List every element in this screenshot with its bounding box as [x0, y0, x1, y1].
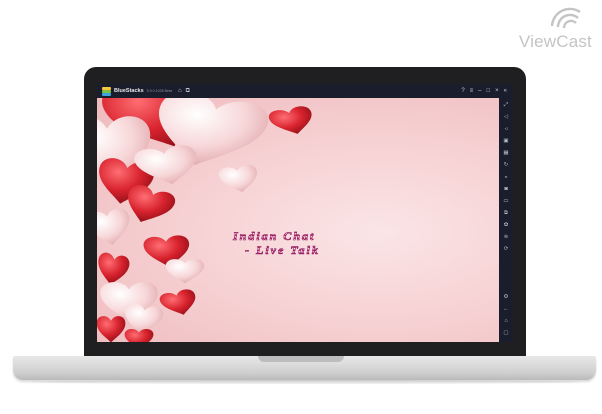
game-viewport[interactable]: Indian Chat - Live Talk — [97, 98, 499, 342]
app-version: 5.9.0.1028 Beta — [146, 89, 173, 93]
laptop-screen: BlueStacks 5.9.0.1028 Beta ⌂ ⧉ ? ≡ – □ ×… — [97, 84, 513, 342]
window-controls: ? ≡ – □ × « — [461, 88, 507, 94]
screen-record-icon[interactable]: ▣ — [502, 138, 510, 146]
multi-instance-icon[interactable]: ⧉ — [502, 210, 510, 218]
multi-instance-icon[interactable]: ⧉ — [186, 88, 190, 94]
shake-icon[interactable]: ◒ — [502, 174, 510, 182]
app-name: BlueStacks — [114, 88, 144, 94]
minimize-icon[interactable]: – — [478, 88, 481, 94]
watermark-text: ViewCast — [518, 32, 592, 51]
maximize-icon[interactable]: □ — [487, 88, 491, 94]
help-icon[interactable]: ? — [461, 88, 464, 94]
bluestacks-sidebar: ⤢ ◁ ◃ ▣ ▦ ↻ ◒ ◙ ▭ ⧉ ✿ ≋ ⟳ ⚙ ← ⌂ ▢ — [499, 98, 513, 342]
settings-icon[interactable]: ⚙ — [502, 294, 510, 302]
fullscreen-icon[interactable]: ⤢ — [502, 102, 510, 110]
bluestacks-logo-icon — [102, 86, 111, 96]
laptop-notch — [258, 356, 344, 362]
hearts-background — [97, 98, 319, 342]
home-icon[interactable]: ⌂ — [178, 88, 182, 94]
close-icon[interactable]: × — [495, 88, 499, 94]
game-title-line-2: - Live Talk — [245, 243, 320, 257]
recent-apps-icon[interactable]: ▢ — [502, 330, 510, 338]
menu-icon[interactable]: ≡ — [470, 88, 474, 94]
keymap-icon[interactable]: ▦ — [502, 150, 510, 158]
screenshot-icon[interactable]: ◙ — [502, 186, 510, 194]
collapse-sidebar-icon[interactable]: « — [504, 88, 507, 94]
home-icon[interactable]: ⌂ — [502, 318, 510, 326]
game-title: Indian Chat - Live Talk — [233, 229, 433, 257]
bluestacks-titlebar: BlueStacks 5.9.0.1028 Beta ⌂ ⧉ ? ≡ – □ ×… — [97, 84, 513, 98]
sync-icon[interactable]: ⟳ — [502, 246, 510, 254]
eco-mode-icon[interactable]: ✿ — [502, 222, 510, 230]
viewcast-watermark: ViewCast — [506, 6, 592, 51]
game-title-line-1: Indian Chat — [233, 229, 316, 243]
volume-down-icon[interactable]: ◃ — [502, 126, 510, 134]
rotate-icon[interactable]: ↻ — [502, 162, 510, 170]
folder-icon[interactable]: ▭ — [502, 198, 510, 206]
signal-waves-icon — [550, 7, 581, 29]
back-icon[interactable]: ← — [502, 306, 510, 314]
volume-icon[interactable]: ◁ — [502, 114, 510, 122]
laptop-shadow — [30, 380, 580, 384]
layers-icon[interactable]: ≋ — [502, 234, 510, 242]
